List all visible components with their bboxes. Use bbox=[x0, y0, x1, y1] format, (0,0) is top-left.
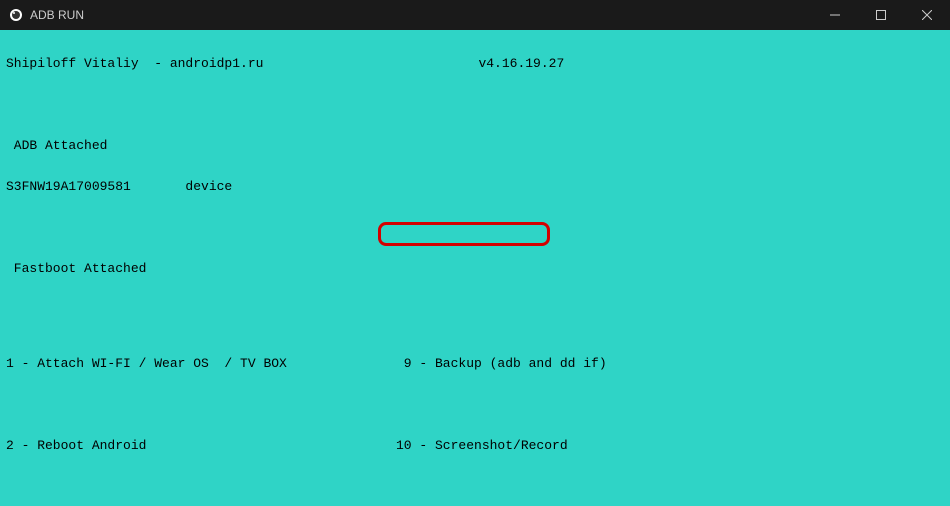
author-line: Shipiloff Vitaliy - androidp1.ru bbox=[6, 56, 263, 71]
minimize-button[interactable] bbox=[812, 0, 858, 30]
window-title: ADB RUN bbox=[30, 8, 84, 22]
terminal[interactable]: Shipiloff Vitaliy - androidp1.ru v4.16.1… bbox=[0, 30, 950, 506]
version-line: v4.16.19.27 bbox=[478, 56, 564, 71]
app-icon bbox=[8, 7, 24, 23]
maximize-button[interactable] bbox=[858, 0, 904, 30]
menu-row-0: 1 - Attach WI-FI / Wear OS / TV BOX 9 - … bbox=[6, 356, 944, 371]
titlebar[interactable]: ADB RUN bbox=[0, 0, 950, 30]
menu-left-0: 1 - Attach WI-FI / Wear OS / TV BOX bbox=[6, 356, 396, 371]
menu-right-0: 9 - Backup (adb and dd if) bbox=[396, 356, 944, 371]
titlebar-controls bbox=[812, 0, 950, 30]
adb-attached-label: ADB Attached bbox=[6, 138, 944, 153]
menu-left-1: 2 - Reboot Android bbox=[6, 438, 396, 453]
menu-right-1: 10 - Screenshot/Record bbox=[396, 438, 944, 453]
fastboot-attached-label: Fastboot Attached bbox=[6, 261, 944, 276]
adb-device-line: S3FNW19A17009581 device bbox=[6, 179, 944, 194]
menu-row-1: 2 - Reboot Android 10 - Screenshot/Recor… bbox=[6, 438, 944, 453]
app-window: ADB RUN Shipiloff Vitaliy - androidp1.ru… bbox=[0, 0, 950, 506]
close-button[interactable] bbox=[904, 0, 950, 30]
